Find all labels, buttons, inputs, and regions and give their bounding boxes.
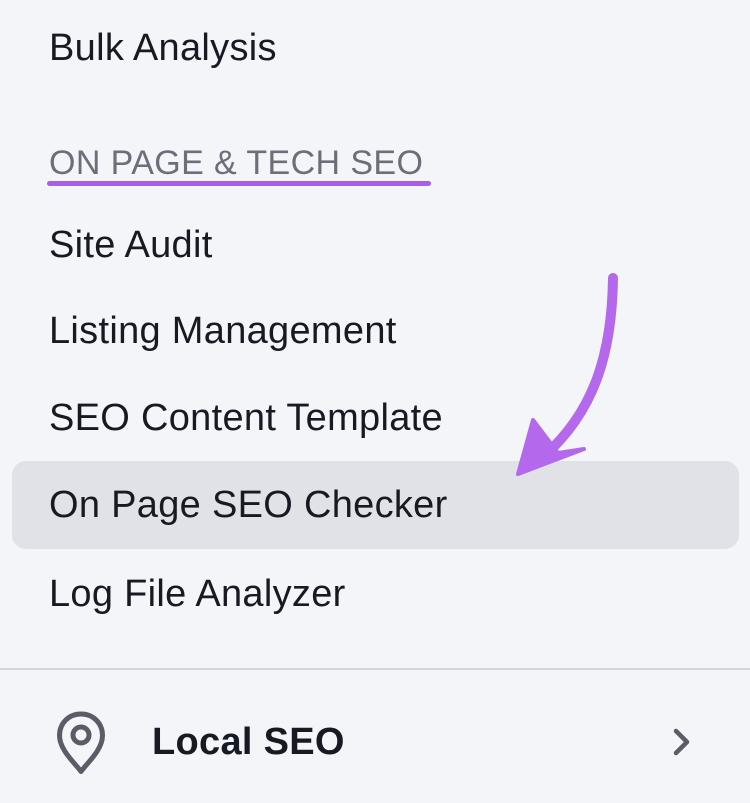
chevron-right-icon[interactable] <box>670 726 694 758</box>
divider <box>0 668 750 670</box>
menu-item-bulk-analysis[interactable]: Bulk Analysis <box>49 29 277 67</box>
menu-item-listing-management[interactable]: Listing Management <box>49 312 397 350</box>
local-seo-nav-item[interactable]: Local SEO <box>0 680 750 803</box>
location-pin-icon <box>57 711 105 774</box>
pointer-arrow-icon <box>516 273 618 476</box>
menu-item-site-audit[interactable]: Site Audit <box>49 226 213 264</box>
menu-item-seo-content-template[interactable]: SEO Content Template <box>49 399 443 437</box>
section-heading-on-page-tech-seo: ON PAGE & TECH SEO <box>49 144 424 182</box>
menu-item-log-file-analyzer[interactable]: Log File Analyzer <box>49 575 346 613</box>
section-heading-underline <box>47 181 431 186</box>
menu-item-on-page-seo-checker[interactable]: On Page SEO Checker <box>49 486 448 524</box>
local-seo-label: Local SEO <box>152 721 345 763</box>
